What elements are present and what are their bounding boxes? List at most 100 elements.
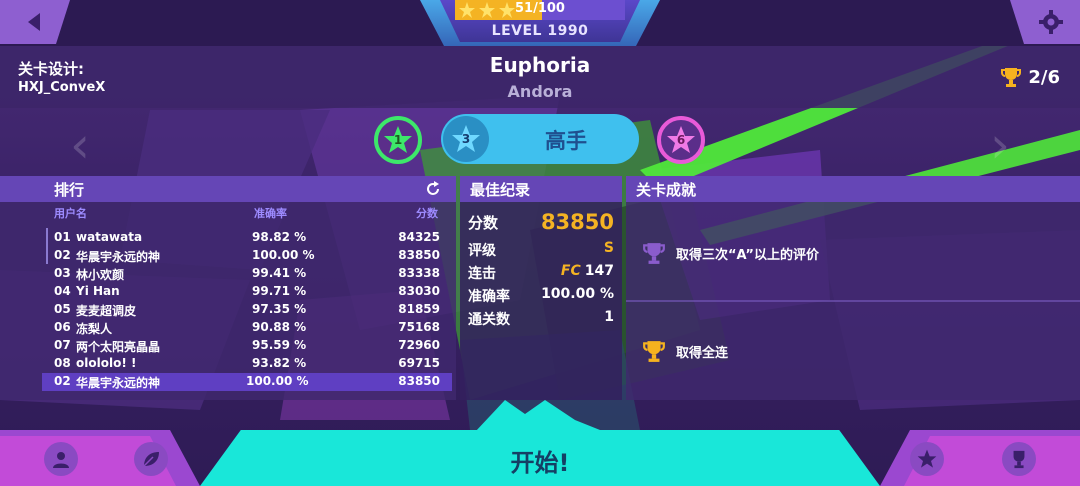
best-accuracy-label: 准确率 [468, 289, 510, 305]
song-title: Euphoria [489, 53, 591, 77]
achievement-label: 取得三次“A”以上的评价 [676, 247, 819, 263]
rank-score: 84325 [398, 230, 440, 244]
best-combo-number: 147 [584, 263, 614, 279]
difficulty-selected-label: 高手 [545, 129, 587, 153]
rank-score: 83338 [398, 266, 440, 280]
rank-score: 83030 [398, 284, 440, 298]
rank-user-name: 两个太阳亮晶晶 [76, 340, 161, 354]
best-record-header: 最佳纪录 [460, 176, 622, 202]
best-score-label: 分数 [468, 214, 499, 232]
rank-score: 72960 [398, 338, 440, 352]
rank-number: 02 [54, 248, 71, 262]
ranking-column-headers: 用户名 准确率 分数 [0, 204, 452, 222]
col-score: 分数 [416, 207, 438, 220]
refresh-icon[interactable] [424, 180, 442, 198]
rank-score: 75168 [398, 320, 440, 334]
rank-user-name: 麦麦超调皮 [76, 304, 137, 318]
best-score-row: 分数 83850 [460, 210, 622, 234]
rank-user-name: 冻梨人 [76, 322, 113, 336]
start-button-label: 开始! [510, 449, 570, 477]
current-rank: 02 [54, 374, 71, 388]
col-user: 用户名 [54, 207, 87, 220]
rank-number: 05 [54, 302, 71, 316]
achievement-item: 取得三次“A”以上的评价 [642, 241, 819, 265]
rank-accuracy: 93.82 % [252, 356, 307, 370]
trophy-icon [643, 243, 665, 264]
full-combo-badge: FC [560, 263, 581, 279]
rank-accuracy: 99.71 % [252, 284, 307, 298]
rank-accuracy: 95.59 % [252, 338, 307, 352]
level-progress-text: 51/100 [515, 1, 565, 16]
gear-icon [1039, 10, 1063, 34]
ranking-title: 排行 [54, 181, 85, 199]
trophy-counter: 2/6 [1000, 66, 1060, 88]
rank-user-name: 华晨宇永远的神 [76, 250, 161, 264]
best-clears-row: 通关数 1 [460, 309, 622, 329]
best-combo-value: FC 147 [561, 263, 614, 279]
trophy-icon [643, 341, 665, 362]
rank-number: 07 [54, 338, 71, 352]
trophy-count-text: 2/6 [1028, 66, 1060, 88]
designer-label: 关卡设计: [18, 60, 84, 78]
best-score-value: 83850 [540, 210, 614, 234]
difficulty-easy-button[interactable]: 1 [374, 116, 422, 164]
star-icon [917, 449, 937, 468]
rank-score: 81859 [398, 302, 440, 316]
ranking-row[interactable]: 02 华晨宇永远的神 100.00 % 83850 [42, 247, 452, 265]
rank-accuracy: 99.41 % [252, 266, 307, 280]
best-grade-row: 评级 S [460, 240, 622, 260]
leaf-button[interactable] [134, 442, 168, 476]
user-icon [53, 452, 69, 468]
designer-name: HXJ_ConveX [18, 80, 106, 95]
rank-user-name: Yi Han [76, 284, 120, 298]
current-accuracy: 100.00 % [246, 374, 309, 388]
col-accuracy: 准确率 [254, 207, 287, 220]
rank-accuracy: 90.88 % [252, 320, 307, 334]
rank-score: 83850 [398, 248, 440, 262]
rank-number: 04 [54, 284, 71, 298]
rank-accuracy: 100.00 % [252, 248, 315, 262]
level-number: LEVEL 1990 [491, 23, 589, 39]
best-clears-label: 通关数 [468, 312, 510, 328]
achievement-item: 取得全连 [642, 339, 728, 363]
best-combo-row: 连击 FC 147 [460, 263, 622, 283]
profile-button[interactable] [44, 442, 78, 476]
difficulty-selected-button[interactable]: 3 高手 [441, 114, 639, 164]
best-grade-label: 评级 [468, 243, 496, 259]
difficulty-easy-number: 1 [393, 133, 403, 147]
achievements-header: 关卡成就 [626, 176, 1080, 202]
achievements-button[interactable] [1002, 442, 1036, 476]
ranking-row[interactable]: 07 两个太阳亮晶晶 95.59 % 72960 [42, 337, 452, 355]
best-accuracy-value: 100.00 % [541, 286, 614, 302]
difficulty-selected-badge: 3 [443, 116, 489, 162]
leaf-icon [143, 452, 159, 467]
ranking-row[interactable]: 05 麦麦超调皮 97.35 % 81859 [42, 301, 452, 319]
ranking-panel: 排行 用户名 准确率 分数 01 watawata 98.82 % 84325 02 华晨… [0, 176, 456, 400]
rank-accuracy: 97.35 % [252, 302, 307, 316]
ranking-row[interactable]: 01 watawata 98.82 % 84325 [42, 229, 452, 247]
rank-number: 03 [54, 266, 71, 280]
difficulty-hard-number: 6 [676, 133, 686, 147]
rank-accuracy: 98.82 % [252, 230, 307, 244]
rank-user-name: olololo! ! [76, 356, 137, 370]
ranking-row[interactable]: 04 Yi Han 99.71 % 83030 [42, 283, 452, 301]
ranking-row[interactable]: 06 冻梨人 90.88 % 75168 [42, 319, 452, 337]
achievement-label: 取得全连 [676, 345, 729, 361]
achievements-divider [626, 300, 1080, 302]
rank-number: 01 [54, 230, 71, 244]
favorites-button[interactable] [910, 442, 944, 476]
current-name: 华晨宇永远的神 [76, 376, 161, 390]
trophy-icon [1001, 68, 1022, 87]
best-clears-value: 1 [604, 309, 614, 325]
difficulty-hard-button[interactable]: 6 [657, 116, 705, 164]
difficulty-selector: 1 3 高手 6 [0, 114, 1080, 166]
rank-score: 69715 [398, 356, 440, 370]
ranking-header: 排行 [0, 176, 456, 202]
achievements-panel: 关卡成就 [626, 176, 1080, 400]
difficulty-selected-number: 3 [461, 132, 471, 146]
rank-user-name: 林小欢颜 [76, 268, 125, 282]
back-arrow-icon [28, 13, 40, 31]
rank-number: 06 [54, 320, 71, 334]
ranking-row[interactable]: 08 olololo! ! 93.82 % 69715 [42, 355, 452, 373]
ranking-row[interactable]: 03 林小欢颜 99.41 % 83338 [42, 265, 452, 283]
